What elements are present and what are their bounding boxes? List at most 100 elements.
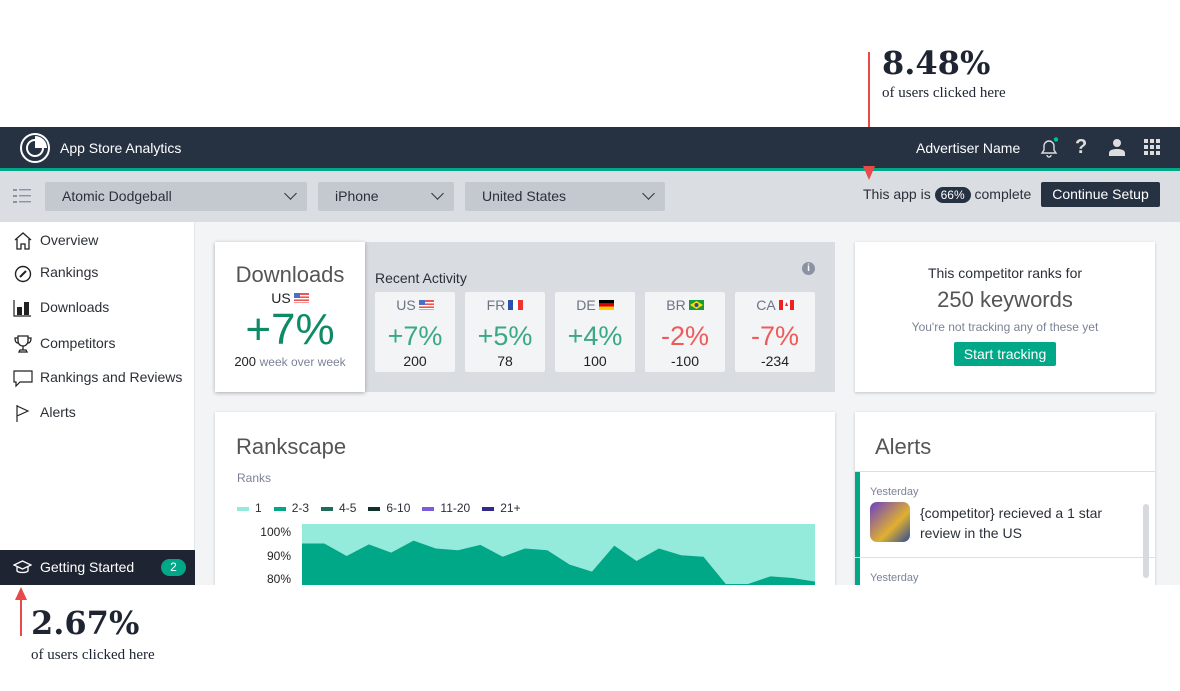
graduation-cap-icon: [13, 560, 32, 574]
alert-date: Yesterday: [870, 572, 919, 584]
device-select[interactable]: iPhone: [318, 182, 454, 211]
legend-item[interactable]: 11-20: [422, 501, 470, 515]
country-code-text: CA: [756, 297, 776, 313]
country-select-value: United States: [482, 188, 567, 204]
us-flag-icon: [418, 300, 434, 310]
country-card-us[interactable]: US +7% 200: [375, 292, 455, 372]
alert-item[interactable]: Yesterday: [855, 558, 1155, 585]
downloads-country: US: [215, 290, 365, 306]
legend-swatch: [273, 506, 286, 511]
getting-started-button[interactable]: Getting Started 2: [0, 550, 195, 585]
legend-swatch: [482, 506, 495, 511]
alerts-title: Alerts: [875, 434, 932, 459]
legend-label: 4-5: [339, 501, 357, 515]
downloads-title: Downloads: [235, 262, 345, 287]
downloads-change: +7%: [245, 305, 335, 354]
alert-date: Yesterday: [870, 486, 919, 498]
sidebar-item-label: Downloads: [40, 299, 110, 315]
country-card-br[interactable]: BR -2% -100: [645, 292, 725, 372]
help-icon[interactable]: ?: [1075, 136, 1087, 159]
chart-legend: 1 2-3 4-5 6-10 11-20 21+: [237, 499, 533, 517]
start-tracking-button[interactable]: Start tracking: [953, 342, 1057, 366]
downloads-period: week over week: [259, 355, 346, 369]
app-window: App Store Analytics Advertiser Name ? At…: [0, 127, 1180, 585]
legend-item[interactable]: 6-10: [368, 501, 410, 515]
sidebar-item-label: Overview: [40, 232, 99, 248]
legend-label: 21+: [500, 501, 521, 515]
country-change: +5%: [477, 321, 533, 351]
app-select[interactable]: Atomic Dodgeball: [45, 182, 307, 211]
legend-swatch: [237, 506, 249, 511]
br-flag-icon: [688, 300, 704, 310]
country-change: +7%: [387, 321, 443, 351]
sidebar-item-rankings-and-reviews[interactable]: Rankings and Reviews: [0, 363, 194, 393]
legend-item[interactable]: 1: [237, 501, 262, 515]
progress-prefix: This app is: [863, 186, 931, 202]
alert-text: {competitor} recieved a 1 star review in…: [920, 505, 1103, 541]
home-icon: [14, 232, 32, 250]
country-code: BR: [645, 297, 725, 313]
setup-progress: This app is 66% complete: [863, 186, 1031, 203]
chevron-down-icon: [284, 187, 297, 200]
country-value: -234: [760, 353, 790, 369]
annotation-caption: of users clicked here: [882, 85, 1006, 101]
rankscape-card: Rankscape Ranks 1 2-3 4-5 6-10 11-20 21+ 100%…: [215, 412, 835, 585]
legend-item[interactable]: 2-3: [273, 501, 309, 515]
sidebar-item-overview[interactable]: Overview: [0, 226, 194, 256]
country-value: -100: [670, 353, 700, 369]
flag-icon: [16, 405, 30, 422]
sidebar-item-downloads[interactable]: Downloads: [0, 293, 194, 323]
y-tick: 90%: [266, 549, 291, 563]
y-tick: 100%: [260, 525, 291, 539]
country-value: 200: [403, 353, 427, 369]
legend-label: 1: [255, 501, 262, 515]
annotation-caption: of users clicked here: [31, 647, 155, 663]
legend-item[interactable]: 21+: [482, 501, 521, 515]
country-select[interactable]: United States: [465, 182, 665, 211]
country-code-text: FR: [486, 297, 506, 313]
scrollbar[interactable]: [1143, 504, 1149, 578]
competitor-text: This competitor ranks for: [927, 265, 1083, 281]
bell-icon[interactable]: [1038, 137, 1060, 159]
country-card-fr[interactable]: FR +5% 78: [465, 292, 545, 372]
downloads-summary: 200 week over week: [215, 354, 365, 369]
ca-flag-icon: [778, 300, 794, 310]
chevron-down-icon: [642, 187, 655, 200]
trophy-icon: [14, 335, 32, 353]
apps-grid-icon[interactable]: [1144, 139, 1160, 155]
speech-bubble-icon: [13, 370, 33, 388]
alerts-card: Alerts Yesterday {competitor} recieved a…: [855, 412, 1155, 585]
country-card-de[interactable]: DE +4% 100: [555, 292, 635, 372]
downloads-count: 200: [234, 354, 257, 369]
sidebar-item-alerts[interactable]: Alerts: [0, 398, 194, 428]
de-flag-icon: [598, 300, 614, 310]
sidebar-item-rankings[interactable]: Rankings: [0, 258, 194, 288]
user-icon[interactable]: [1108, 138, 1126, 156]
info-icon[interactable]: i: [802, 262, 815, 275]
competitor-app-icon: [870, 502, 910, 542]
getting-started-label: Getting Started: [40, 559, 135, 575]
us-flag-icon: [293, 293, 309, 303]
app-title: App Store Analytics: [60, 140, 182, 156]
app-select-value: Atomic Dodgeball: [62, 188, 172, 204]
rankscape-title: Rankscape: [236, 434, 347, 459]
chevron-down-icon: [431, 187, 444, 200]
alert-item[interactable]: Yesterday {competitor} recieved a 1 star…: [855, 472, 1155, 557]
rankscape-chart: [302, 524, 815, 585]
getting-started-count: 2: [161, 559, 186, 576]
sidebar-item-label: Competitors: [40, 335, 116, 351]
advertiser-name[interactable]: Advertiser Name: [916, 140, 1020, 156]
legend-swatch: [422, 506, 435, 511]
list-menu-icon[interactable]: [13, 188, 31, 204]
country-value: 78: [497, 353, 513, 369]
bar-chart-icon: [13, 300, 31, 317]
country-code: US: [271, 290, 291, 306]
country-code-text: BR: [666, 297, 686, 313]
top-header: App Store Analytics Advertiser Name ?: [0, 127, 1180, 168]
sidebar-item-competitors[interactable]: Competitors: [0, 329, 194, 359]
country-code: FR: [465, 297, 545, 313]
country-card-ca[interactable]: CA -7% -234: [735, 292, 815, 372]
keyword-count: 250 keywords: [937, 287, 1073, 312]
legend-item[interactable]: 4-5: [321, 501, 356, 515]
continue-setup-button[interactable]: Continue Setup: [1041, 182, 1160, 207]
